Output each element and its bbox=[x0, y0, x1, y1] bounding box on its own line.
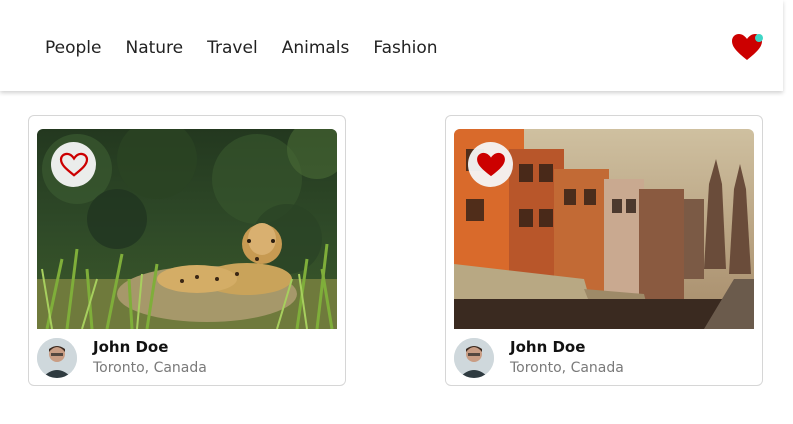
author-name: John Doe bbox=[93, 338, 169, 356]
author-name: John Doe bbox=[510, 338, 586, 356]
author-location: Toronto, Canada bbox=[510, 360, 624, 376]
nav-link-travel[interactable]: Travel bbox=[207, 37, 258, 59]
nav-link-fashion[interactable]: Fashion bbox=[373, 37, 437, 59]
heart-outline-icon bbox=[59, 152, 88, 177]
favorite-toggle[interactable] bbox=[468, 142, 513, 187]
street-photo[interactable] bbox=[454, 129, 754, 329]
nav-link-nature[interactable]: Nature bbox=[125, 37, 183, 59]
avatar[interactable] bbox=[37, 338, 77, 378]
favorite-toggle[interactable] bbox=[51, 142, 96, 187]
author-location: Toronto, Canada bbox=[93, 360, 207, 376]
jaguar-photo[interactable] bbox=[37, 129, 337, 329]
heart-filled-icon bbox=[476, 152, 505, 176]
photo-card[interactable]: John Doe Toronto, Canada bbox=[445, 115, 763, 386]
nav-links: People Nature Travel Animals Fashion bbox=[45, 37, 462, 59]
top-navbar: People Nature Travel Animals Fashion bbox=[0, 0, 783, 91]
nav-link-animals[interactable]: Animals bbox=[282, 37, 350, 59]
nav-link-people[interactable]: People bbox=[45, 37, 101, 59]
notification-dot bbox=[755, 34, 763, 42]
avatar[interactable] bbox=[454, 338, 494, 378]
photo-card[interactable]: John Doe Toronto, Canada bbox=[28, 115, 346, 386]
